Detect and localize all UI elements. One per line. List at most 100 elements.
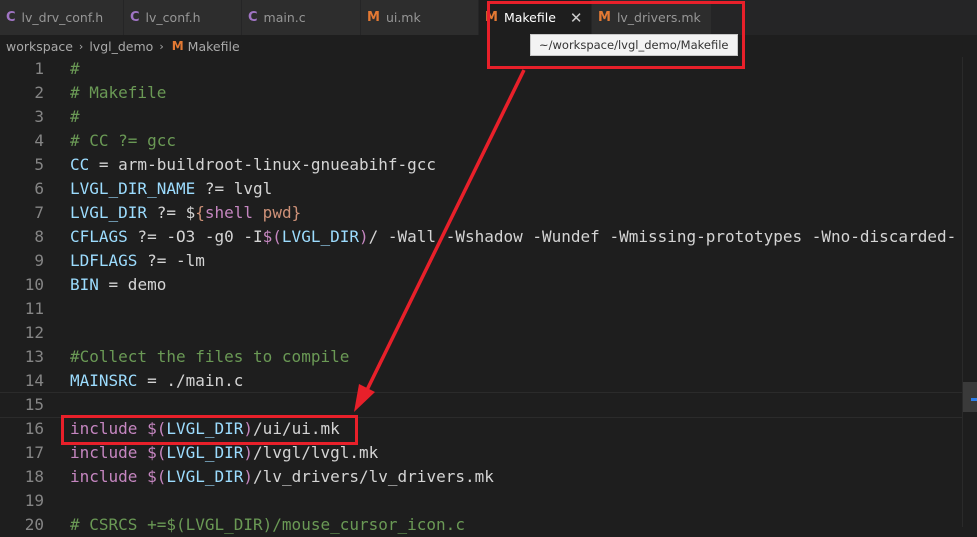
code-line-18[interactable]: 18 include $(LVGL_DIR)/lv_drivers/lv_driv… [0, 465, 977, 489]
code-line-6[interactable]: 6 LVGL_DIR_NAME ?= lvgl [0, 177, 977, 201]
line-number: 17 [24, 443, 44, 462]
code-token: ?= [147, 203, 186, 222]
tab-lv-drv-conf-h[interactable]: Clv_drv_conf.h [0, 0, 124, 35]
tab-lv-conf-h[interactable]: Clv_conf.h [124, 0, 242, 35]
code-token: include [70, 419, 138, 438]
code-line-17[interactable]: 17 include $(LVGL_DIR)/lvgl/lvgl.mk [0, 441, 977, 465]
code-token: # [70, 107, 80, 126]
makefile-icon: M [171, 39, 184, 53]
chevron-right-icon: › [78, 39, 84, 53]
line-number: 6 [34, 179, 44, 198]
code-token: $( [147, 443, 167, 462]
code-line-9[interactable]: 9 LDFLAGS ?= -lm [0, 249, 977, 273]
code-token: = ./main.c [137, 371, 244, 390]
code-token: LVGL_DIR [281, 227, 359, 246]
c-file-icon: C [130, 10, 140, 25]
line-number: 12 [24, 323, 44, 342]
code-line-8[interactable]: 8 CFLAGS ?= -O3 -g0 -I$(LVGL_DIR)/ -Wall … [0, 225, 977, 249]
code-line-20[interactable]: 20 # CSRCS +=$(LVGL_DIR)/mouse_cursor_ico… [0, 513, 977, 537]
code-token: LVGL_DIR [166, 443, 244, 462]
line-number: 8 [34, 227, 44, 246]
line-number: 2 [34, 83, 44, 102]
code-line-5[interactable]: 5 CC = arm-buildroot-linux-gnueabihf-gcc [0, 153, 977, 177]
line-number: 19 [24, 491, 44, 510]
code-line-4[interactable]: 4 # CC ?= gcc [0, 129, 977, 153]
line-number: 7 [34, 203, 44, 222]
code-token: LVGL_DIR_NAME [70, 179, 196, 198]
code-token: $( [262, 227, 282, 246]
code-editor[interactable]: 1 #2 # Makefile 3 #4 # CC ?= gcc 5 CC = arm-bui… [0, 57, 977, 534]
code-token: $( [147, 467, 167, 486]
code-line-15[interactable]: 15 [0, 392, 977, 418]
code-text: # [70, 57, 80, 81]
line-number: 15 [24, 395, 44, 414]
code-token: LVGL_DIR [166, 419, 244, 438]
tab-label: ui.mk [385, 10, 421, 25]
code-token: = demo [98, 275, 167, 294]
code-line-10[interactable]: 10 BIN = demo [0, 273, 977, 297]
code-token: } [291, 203, 302, 222]
code-text: #Collect the files to compile [70, 345, 349, 369]
breadcrumb-item-workspace[interactable]: workspace [6, 39, 73, 54]
code-token: /ui/ui.mk [253, 419, 340, 438]
code-text: # [70, 105, 80, 129]
close-icon[interactable]: ✕ [570, 9, 583, 27]
vertical-scrollbar[interactable] [962, 57, 977, 527]
tab-makefile[interactable]: M Makefile ✕ [479, 0, 592, 35]
tab-main-c[interactable]: Cmain.c [242, 0, 361, 35]
code-line-19[interactable]: 19 [0, 489, 977, 513]
code-text: CC = arm-buildroot-linux-gnueabihf-gcc [70, 153, 436, 177]
line-number: 1 [34, 59, 44, 78]
code-line-16[interactable]: 16 include $(LVGL_DIR)/ui/ui.mk [0, 417, 977, 441]
code-token: = arm-buildroot-linux-gnueabihf-gcc [89, 155, 437, 174]
code-token: shell [204, 203, 254, 222]
code-token: ?= lvgl [195, 179, 273, 198]
code-token: ) [243, 419, 254, 438]
file-path-tooltip: ~/workspace/lvgl_demo/Makefile [530, 34, 738, 56]
c-file-icon: C [6, 10, 16, 25]
code-token: pwd [253, 203, 292, 222]
tab-label: lv_conf.h [145, 10, 201, 25]
line-number: 9 [34, 251, 44, 270]
makefile-icon: M [598, 10, 611, 25]
code-line-7[interactable]: 7 LVGL_DIR ?= ${shell pwd} [0, 201, 977, 225]
code-token: $ [185, 203, 196, 222]
line-number: 20 [24, 515, 44, 534]
code-token: $( [147, 419, 167, 438]
tab-label: lv_drv_conf.h [21, 10, 104, 25]
code-line-1[interactable]: 1 # [0, 57, 977, 81]
code-line-3[interactable]: 3 # [0, 105, 977, 129]
code-line-2[interactable]: 2 # Makefile [0, 81, 977, 105]
code-line-12[interactable]: 12 [0, 321, 977, 345]
code-token: CFLAGS [70, 227, 128, 246]
scrollbar-thumb[interactable] [963, 382, 977, 412]
code-text: include $(LVGL_DIR)/ui/ui.mk [70, 417, 340, 441]
code-line-11[interactable]: 11 [0, 297, 977, 321]
breadcrumb-item-makefile[interactable]: Makefile [188, 39, 240, 54]
code-text: include $(LVGL_DIR)/lv_drivers/lv_driver… [70, 465, 494, 489]
code-token: # CC ?= gcc [70, 131, 176, 150]
tab-label: main.c [263, 10, 306, 25]
line-number: 10 [24, 275, 44, 294]
code-token: ) [243, 443, 254, 462]
code-token: LDFLAGS [70, 251, 138, 270]
code-token: LVGL_DIR [70, 203, 148, 222]
breadcrumb: workspace › lvgl_demo › M Makefile [0, 35, 977, 57]
code-token: include [70, 467, 138, 486]
scrollbar-cursor-marker [971, 398, 977, 401]
code-token: # CSRCS +=$(LVGL_DIR)/mouse_cursor_icon.… [70, 515, 465, 534]
code-line-13[interactable]: 13 #Collect the files to compile [0, 345, 977, 369]
editor-tab-bar: Clv_drv_conf.h Clv_conf.h Cmain.c Mui.mk M Ma… [0, 0, 977, 35]
code-token: BIN [70, 275, 99, 294]
breadcrumb-item-lvgl-demo[interactable]: lvgl_demo [89, 39, 153, 54]
code-token: #Collect the files to compile [70, 347, 350, 366]
tab-ui-mk[interactable]: Mui.mk [361, 0, 479, 35]
line-number: 4 [34, 131, 44, 150]
tab-lv-drivers-mk[interactable]: Mlv_drivers.mk [592, 0, 712, 35]
code-line-14[interactable]: 14 MAINSRC = ./main.c [0, 369, 977, 393]
code-token: CC [70, 155, 90, 174]
code-token: ) [358, 227, 369, 246]
code-token: ?= -O3 -g0 -I [127, 227, 263, 246]
